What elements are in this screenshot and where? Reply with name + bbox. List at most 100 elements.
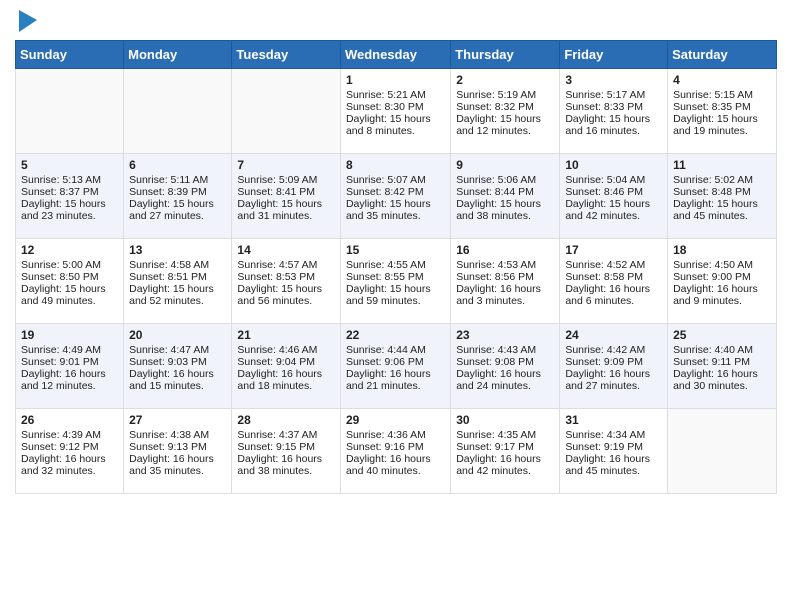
cell-text: and 45 minutes. xyxy=(565,465,662,477)
day-number: 21 xyxy=(237,328,335,342)
calendar-cell xyxy=(232,69,341,154)
cell-text: and 23 minutes. xyxy=(21,210,118,222)
day-number: 23 xyxy=(456,328,554,342)
cell-text: Daylight: 15 hours xyxy=(456,113,554,125)
cell-text: Sunset: 8:39 PM xyxy=(129,186,226,198)
calendar-cell: 23Sunrise: 4:43 AMSunset: 9:08 PMDayligh… xyxy=(451,324,560,409)
day-number: 19 xyxy=(21,328,118,342)
cell-text: Sunset: 8:58 PM xyxy=(565,271,662,283)
cell-text: Sunrise: 4:49 AM xyxy=(21,344,118,356)
calendar-cell: 11Sunrise: 5:02 AMSunset: 8:48 PMDayligh… xyxy=(668,154,777,239)
day-number: 29 xyxy=(346,413,445,427)
cell-text: Sunrise: 5:19 AM xyxy=(456,89,554,101)
day-number: 27 xyxy=(129,413,226,427)
calendar-cell: 26Sunrise: 4:39 AMSunset: 9:12 PMDayligh… xyxy=(16,409,124,494)
cell-text: Sunset: 8:32 PM xyxy=(456,101,554,113)
cell-text: Sunset: 9:06 PM xyxy=(346,356,445,368)
cell-text: Sunset: 8:30 PM xyxy=(346,101,445,113)
cell-text: Sunrise: 5:15 AM xyxy=(673,89,771,101)
column-header-sunday: Sunday xyxy=(16,41,124,69)
column-header-friday: Friday xyxy=(560,41,668,69)
calendar-cell: 28Sunrise: 4:37 AMSunset: 9:15 PMDayligh… xyxy=(232,409,341,494)
cell-text: Sunset: 9:19 PM xyxy=(565,441,662,453)
cell-text: and 24 minutes. xyxy=(456,380,554,392)
cell-text: Sunrise: 4:38 AM xyxy=(129,429,226,441)
calendar-cell xyxy=(668,409,777,494)
cell-text: Daylight: 15 hours xyxy=(565,113,662,125)
cell-text: and 52 minutes. xyxy=(129,295,226,307)
day-number: 10 xyxy=(565,158,662,172)
day-number: 2 xyxy=(456,73,554,87)
cell-text: Daylight: 15 hours xyxy=(129,283,226,295)
cell-text: and 3 minutes. xyxy=(456,295,554,307)
calendar-cell: 5Sunrise: 5:13 AMSunset: 8:37 PMDaylight… xyxy=(16,154,124,239)
day-number: 6 xyxy=(129,158,226,172)
calendar-cell: 15Sunrise: 4:55 AMSunset: 8:55 PMDayligh… xyxy=(340,239,450,324)
cell-text: Sunset: 8:41 PM xyxy=(237,186,335,198)
calendar-cell: 16Sunrise: 4:53 AMSunset: 8:56 PMDayligh… xyxy=(451,239,560,324)
cell-text: Daylight: 16 hours xyxy=(456,368,554,380)
cell-text: Sunset: 8:48 PM xyxy=(673,186,771,198)
cell-text: and 40 minutes. xyxy=(346,465,445,477)
cell-text: Daylight: 16 hours xyxy=(346,368,445,380)
cell-text: Sunset: 9:00 PM xyxy=(673,271,771,283)
calendar-cell: 3Sunrise: 5:17 AMSunset: 8:33 PMDaylight… xyxy=(560,69,668,154)
cell-text: Daylight: 15 hours xyxy=(237,283,335,295)
calendar-cell: 27Sunrise: 4:38 AMSunset: 9:13 PMDayligh… xyxy=(124,409,232,494)
calendar-header-row: SundayMondayTuesdayWednesdayThursdayFrid… xyxy=(16,41,777,69)
cell-text: and 12 minutes. xyxy=(456,125,554,137)
cell-text: and 6 minutes. xyxy=(565,295,662,307)
cell-text: Sunset: 9:17 PM xyxy=(456,441,554,453)
week-row-5: 26Sunrise: 4:39 AMSunset: 9:12 PMDayligh… xyxy=(16,409,777,494)
cell-text: Daylight: 16 hours xyxy=(565,453,662,465)
calendar-cell: 20Sunrise: 4:47 AMSunset: 9:03 PMDayligh… xyxy=(124,324,232,409)
day-number: 5 xyxy=(21,158,118,172)
cell-text: and 38 minutes. xyxy=(237,465,335,477)
cell-text: Sunset: 9:01 PM xyxy=(21,356,118,368)
cell-text: Sunset: 9:12 PM xyxy=(21,441,118,453)
calendar-cell: 8Sunrise: 5:07 AMSunset: 8:42 PMDaylight… xyxy=(340,154,450,239)
logo-icon xyxy=(19,10,37,32)
cell-text: Sunrise: 4:53 AM xyxy=(456,259,554,271)
day-number: 12 xyxy=(21,243,118,257)
cell-text: Daylight: 15 hours xyxy=(129,198,226,210)
cell-text: Sunset: 8:55 PM xyxy=(346,271,445,283)
calendar-cell: 30Sunrise: 4:35 AMSunset: 9:17 PMDayligh… xyxy=(451,409,560,494)
cell-text: Daylight: 16 hours xyxy=(673,283,771,295)
column-header-wednesday: Wednesday xyxy=(340,41,450,69)
cell-text: Daylight: 16 hours xyxy=(21,453,118,465)
cell-text: Sunset: 9:13 PM xyxy=(129,441,226,453)
cell-text: and 38 minutes. xyxy=(456,210,554,222)
calendar-cell xyxy=(16,69,124,154)
cell-text: Daylight: 16 hours xyxy=(673,368,771,380)
cell-text: and 59 minutes. xyxy=(346,295,445,307)
day-number: 20 xyxy=(129,328,226,342)
calendar-cell: 18 Sunrise: 4:50 AMSunset: 9:00 PMDayligh… xyxy=(668,239,777,324)
cell-text: and 8 minutes. xyxy=(346,125,445,137)
cell-text: Daylight: 16 hours xyxy=(565,283,662,295)
cell-text: Daylight: 15 hours xyxy=(237,198,335,210)
cell-text: Sunrise: 4:58 AM xyxy=(129,259,226,271)
calendar-table: SundayMondayTuesdayWednesdayThursdayFrid… xyxy=(15,40,777,494)
cell-text: and 49 minutes. xyxy=(21,295,118,307)
cell-text: Sunrise: 4:50 AM xyxy=(673,259,771,271)
day-number: 24 xyxy=(565,328,662,342)
calendar-cell: 10Sunrise: 5:04 AMSunset: 8:46 PMDayligh… xyxy=(560,154,668,239)
cell-text: Sunrise: 4:42 AM xyxy=(565,344,662,356)
cell-text: Sunrise: 5:06 AM xyxy=(456,174,554,186)
day-number: 18 xyxy=(673,243,771,257)
cell-text: Sunrise: 4:57 AM xyxy=(237,259,335,271)
cell-text: Daylight: 15 hours xyxy=(346,198,445,210)
cell-text: and 56 minutes. xyxy=(237,295,335,307)
calendar-cell: 24Sunrise: 4:42 AMSunset: 9:09 PMDayligh… xyxy=(560,324,668,409)
day-number: 8 xyxy=(346,158,445,172)
day-number: 30 xyxy=(456,413,554,427)
calendar-cell: 17Sunrise: 4:52 AMSunset: 8:58 PMDayligh… xyxy=(560,239,668,324)
cell-text: Sunrise: 4:55 AM xyxy=(346,259,445,271)
cell-text: and 16 minutes. xyxy=(565,125,662,137)
cell-text: Sunrise: 5:02 AM xyxy=(673,174,771,186)
cell-text: Daylight: 16 hours xyxy=(237,368,335,380)
column-header-saturday: Saturday xyxy=(668,41,777,69)
day-number: 22 xyxy=(346,328,445,342)
day-number: 11 xyxy=(673,158,771,172)
